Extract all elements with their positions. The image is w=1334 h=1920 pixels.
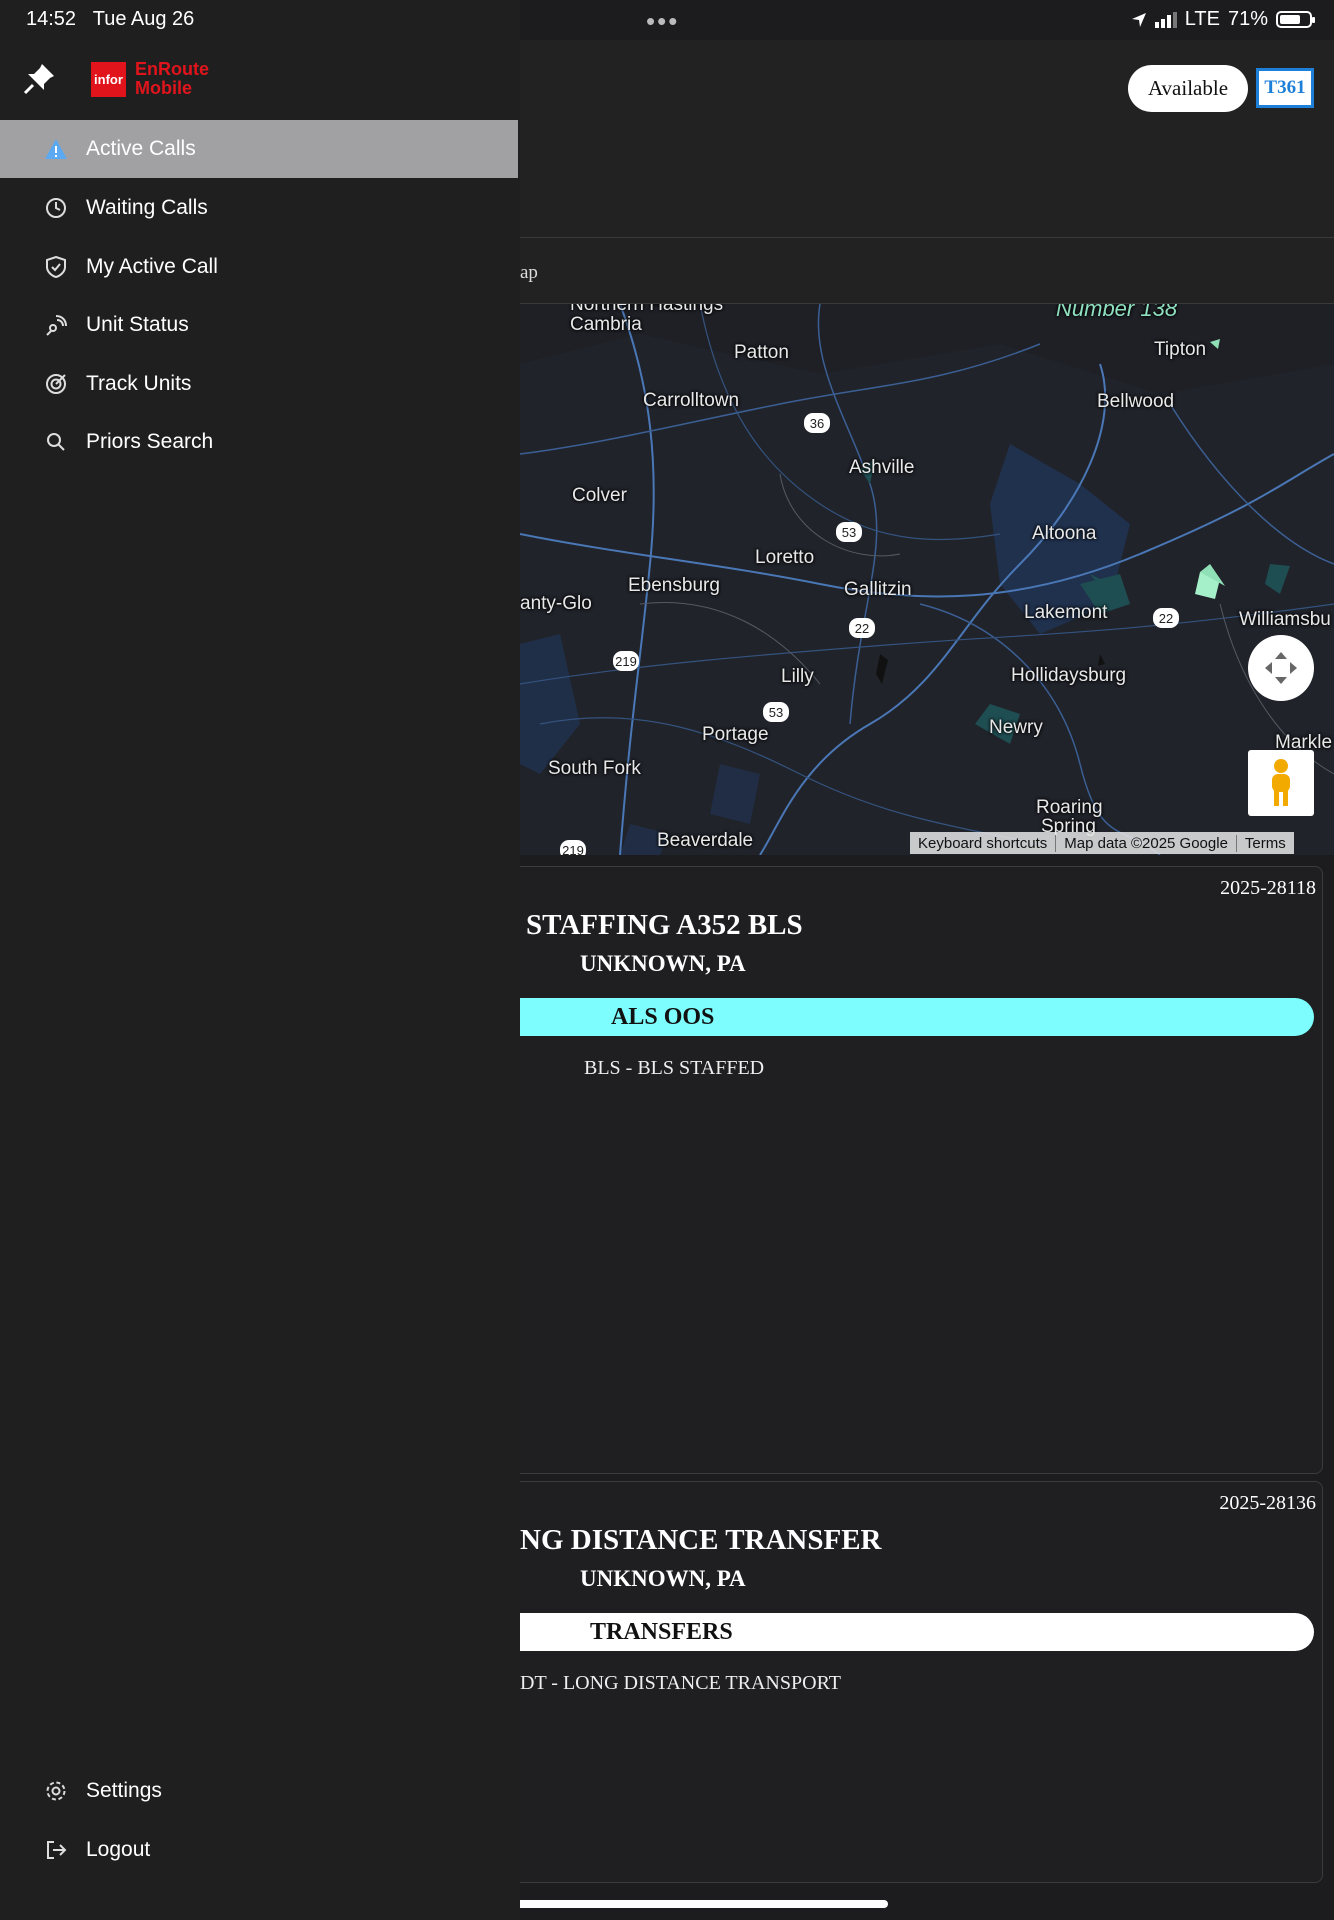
sidebar-item-label: Active Calls [86,137,196,160]
location-icon [1131,12,1146,27]
map-label-south-fork: South Fork [548,758,641,779]
map-pan-control[interactable] [1248,635,1314,701]
street-view-pegman[interactable] [1248,750,1314,816]
network-type: LTE [1184,8,1220,30]
target-icon [44,372,68,396]
sidebar-item-priors-search[interactable]: Priors Search [0,413,518,471]
sidebar-item-label: Waiting Calls [86,196,208,219]
map-label-nanty-glo: anty-Glo [520,593,592,614]
pin-icon[interactable] [22,62,56,101]
map-label-patton: Patton [734,342,789,363]
map-label-ebensburg: Ebensburg [628,575,720,596]
sidebar-item-label: Priors Search [86,430,214,453]
call-title: STAFFING A352 BLS [526,909,803,941]
call-type: TRANSFERS [590,1619,733,1645]
sidebar-item-label: Unit Status [86,313,189,336]
call-type: ALS OOS [611,1004,715,1030]
tab-map[interactable]: ap [520,262,538,284]
route-shield-36: 36 [804,413,830,433]
call-subtype: DT - LONG DISTANCE TRANSPORT [520,1672,841,1694]
map-label-ashville: Ashville [849,457,915,478]
route-shield-22: 22 [849,618,875,638]
route-shield-22-east: 22 [1153,608,1179,628]
map-view[interactable]: Northern Hastings Cambria Number 138 Pat… [520,304,1334,855]
map-label-cambria: Cambria [570,314,642,335]
search-icon [44,430,68,454]
gear-icon [44,1779,68,1803]
battery-percent: 71% [1227,8,1268,30]
signal-icon [44,313,68,337]
sidebar-item-logout[interactable]: Logout [0,1821,518,1879]
map-data-credit: Map data ©2025 Google [1056,834,1237,852]
multitask-dots[interactable]: ••• [646,6,679,37]
sidebar: infor EnRoute Mobile Active Calls Waiting… [0,0,520,1920]
sidebar-item-label: My Active Call [86,255,218,278]
sidebar-item-label: Track Units [86,372,192,395]
map-label-hollidaysburg: Hollidaysburg [1011,665,1127,686]
view-tab-row: ap [520,238,1334,304]
map-attribution: Keyboard shortcuts Map data ©2025 Google… [910,832,1294,854]
infor-logo: infor [91,62,126,97]
route-shield-219-south: 219 [560,840,586,855]
sidebar-item-unit-status[interactable]: Unit Status [0,296,518,354]
call-location: UNKNOWN, PA [580,1566,746,1591]
map-label-loretto: Loretto [755,547,815,568]
status-time: 14:52 Tue Aug 26 [26,8,195,30]
map-label-williamsburg: Williamsbu [1239,609,1331,630]
call-type-bar: TRANSFERS [520,1613,1314,1651]
sidebar-item-my-active-call[interactable]: My Active Call [0,238,518,296]
warning-icon [44,137,68,161]
route-shield-53: 53 [836,522,862,542]
cell-signal-icon [1154,11,1177,28]
map-label-gallitzin: Gallitzin [844,579,912,600]
status-bar: 14:52 Tue Aug 26 ••• LTE 71% [0,0,1334,40]
app-name: EnRoute Mobile [135,59,209,98]
route-shield-219: 219 [613,651,639,671]
terms-link[interactable]: Terms [1237,835,1294,852]
call-card[interactable]: 2025-28118 STAFFING A352 BLS UNKNOWN, PA… [520,866,1323,1474]
map-label-altoona: Altoona [1032,523,1097,544]
unit-id-button[interactable]: T361 [1256,68,1314,108]
call-location: UNKNOWN, PA [580,951,746,976]
call-subtype: BLS - BLS STAFFED [584,1057,765,1079]
logout-icon [44,1838,68,1862]
pegman-icon [1272,759,1290,806]
route-shield-53-south: 53 [763,702,789,722]
map-label-carrolltown: Carrolltown [643,390,740,411]
shield-check-icon [44,255,68,279]
move-arrows-icon [1265,652,1297,684]
sidebar-item-settings[interactable]: Settings [0,1762,518,1820]
call-card[interactable]: 2025-28136 NG DISTANCE TRANSFER UNKNOWN,… [520,1481,1323,1883]
map-label-tipton: Tipton [1154,339,1207,360]
call-number: 2025-28136 [1219,1492,1316,1514]
map-label-lilly: Lilly [781,666,814,687]
map-label-colver: Colver [572,485,627,506]
call-type-bar: ALS OOS [520,998,1314,1036]
sidebar-item-label: Settings [86,1779,162,1802]
clock-icon [44,196,68,220]
map-label-beaverdale: Beaverdale [657,830,754,851]
map-label-lakemont: Lakemont [1024,602,1108,623]
unit-status-button[interactable]: Available [1128,65,1248,112]
map-label-bellwood: Bellwood [1097,391,1175,412]
map-label-number138: Number 138 [1056,304,1178,321]
map-label-newry: Newry [989,717,1043,738]
keyboard-shortcuts-link[interactable]: Keyboard shortcuts [910,834,1057,852]
call-title: NG DISTANCE TRANSFER [520,1524,882,1556]
battery-icon [1276,11,1315,28]
sidebar-item-active-calls[interactable]: Active Calls [0,120,518,178]
sidebar-item-track-units[interactable]: Track Units [0,355,518,413]
sidebar-item-label: Logout [86,1838,151,1861]
status-right: LTE 71% [1131,8,1315,31]
sidebar-item-waiting-calls[interactable]: Waiting Calls [0,179,518,237]
call-number: 2025-28118 [1220,877,1316,899]
map-label-portage: Portage [702,724,769,745]
